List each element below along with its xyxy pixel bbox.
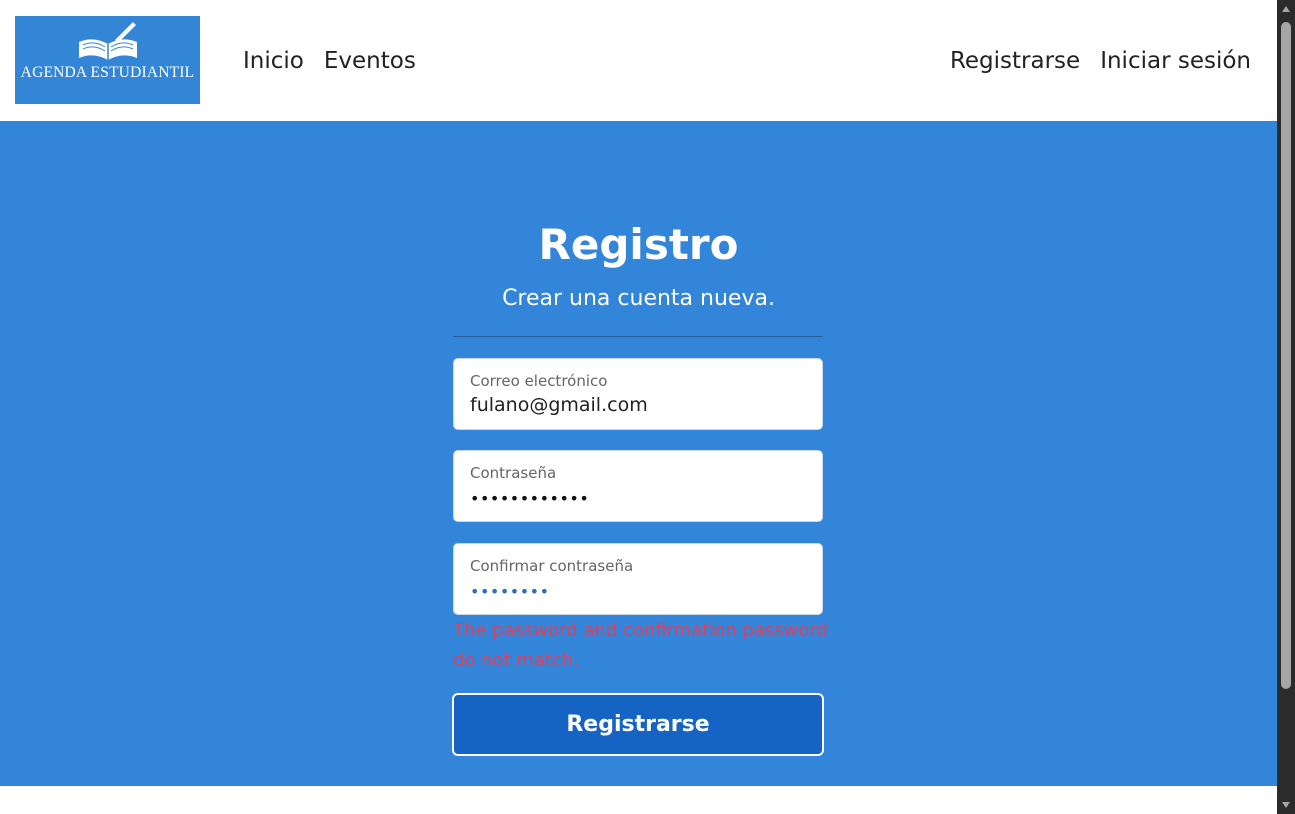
- nav-link-eventos[interactable]: Eventos: [324, 44, 416, 78]
- page-title: Registro: [538, 220, 739, 269]
- nav-right: Registrarse Iniciar sesión: [950, 44, 1251, 78]
- divider: [453, 336, 823, 337]
- scroll-up-arrow-icon[interactable]: [1277, 0, 1295, 18]
- navbar: AGENDA ESTUDIANTIL Inicio Eventos Regist…: [0, 0, 1277, 122]
- page: AGENDA ESTUDIANTIL Inicio Eventos Regist…: [0, 0, 1295, 814]
- logo-text: AGENDA ESTUDIANTIL: [20, 64, 195, 81]
- nav-link-inicio[interactable]: Inicio: [243, 44, 304, 78]
- validation-error: The password and confirmation password d…: [453, 620, 828, 671]
- register-button[interactable]: Registrarse: [452, 693, 824, 756]
- nav-left: Inicio Eventos: [243, 44, 416, 78]
- email-field[interactable]: Correo electrónico: [453, 358, 823, 430]
- nav-link-registrarse[interactable]: Registrarse: [950, 44, 1080, 78]
- logo[interactable]: AGENDA ESTUDIANTIL: [15, 16, 200, 104]
- scrollbar[interactable]: [1277, 0, 1295, 814]
- email-input[interactable]: [470, 394, 800, 416]
- confirm-password-label: Confirmar contraseña: [470, 557, 634, 575]
- password-field[interactable]: Contraseña ••••••••••••: [453, 450, 823, 522]
- password-input[interactable]: ••••••••••••: [470, 489, 589, 509]
- confirm-password-input[interactable]: ••••••••: [470, 582, 550, 602]
- register-section: Registro Crear una cuenta nueva. Correo …: [0, 121, 1277, 786]
- confirm-password-field[interactable]: Confirmar contraseña ••••••••: [453, 543, 823, 615]
- page-subtitle: Crear una cuenta nueva.: [502, 286, 775, 311]
- email-label: Correo electrónico: [470, 372, 608, 390]
- password-label: Contraseña: [470, 464, 557, 482]
- open-book-icon: [79, 22, 137, 60]
- scroll-down-arrow-icon[interactable]: [1277, 796, 1295, 814]
- nav-link-iniciar-sesion[interactable]: Iniciar sesión: [1100, 44, 1251, 78]
- scroll-thumb[interactable]: [1281, 22, 1291, 689]
